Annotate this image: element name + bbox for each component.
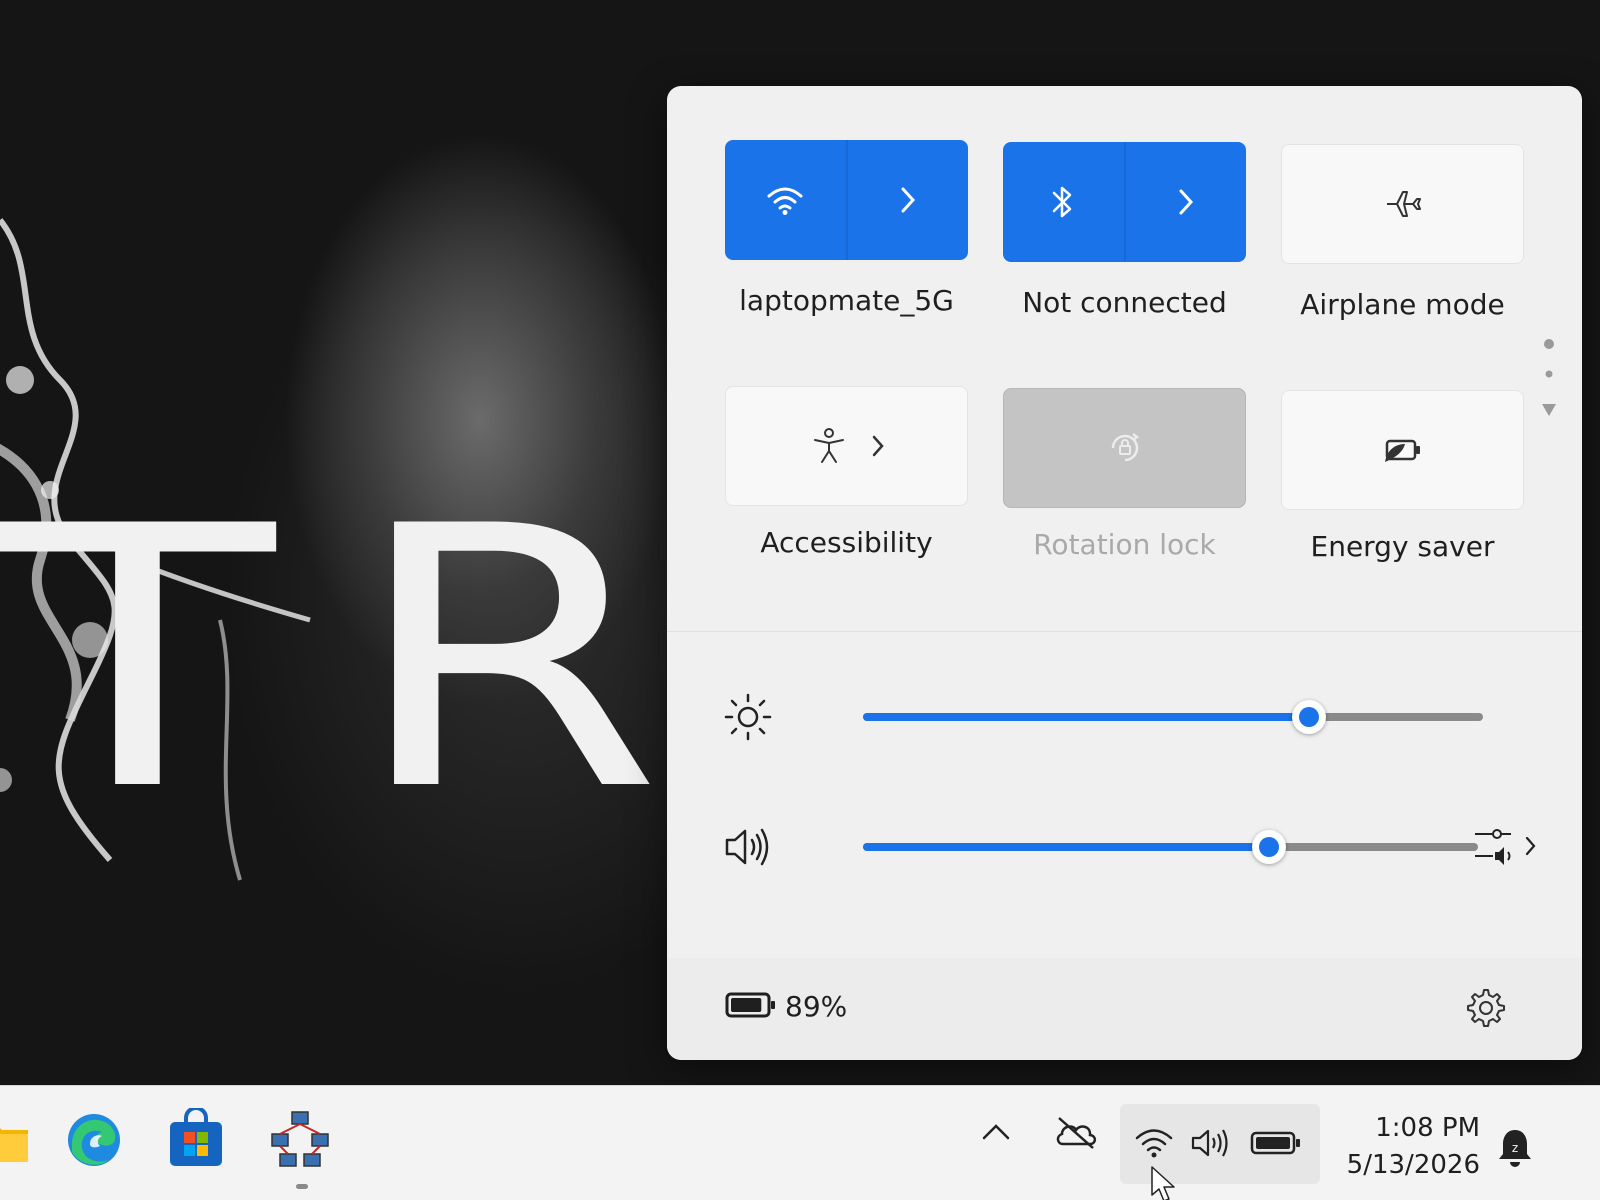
rotation-lock-icon	[1111, 433, 1139, 462]
battery-percentage[interactable]: 89%	[785, 990, 847, 1023]
notifications-bell-icon[interactable]: z	[1495, 1126, 1535, 1168]
network-app-icon[interactable]	[268, 1108, 332, 1172]
rotation-lock-tile[interactable]	[1003, 388, 1246, 508]
battery-icon[interactable]	[725, 991, 777, 1019]
accessibility-tile[interactable]	[725, 386, 968, 506]
speaker-icon	[1191, 1129, 1228, 1157]
onedrive-offline-icon[interactable]	[1053, 1114, 1099, 1150]
energy-saver-label: Energy saver	[1310, 530, 1495, 563]
wifi-toggle[interactable]	[725, 140, 848, 260]
wifi-networks-button[interactable]	[848, 140, 969, 260]
bluetooth-tile[interactable]	[1003, 142, 1246, 262]
svg-text:z: z	[1512, 1141, 1518, 1155]
store-icon[interactable]	[164, 1108, 228, 1172]
volume-slider[interactable]	[863, 830, 1478, 864]
bluetooth-icon	[1053, 186, 1072, 218]
running-app-indicator	[296, 1184, 308, 1189]
rotation-lock-label: Rotation lock	[1033, 528, 1216, 561]
volume-row	[723, 816, 1536, 876]
airplane-mode-label: Airplane mode	[1300, 288, 1505, 321]
file-explorer-icon[interactable]	[0, 1108, 34, 1172]
quick-settings-panel: laptopmate_5G Not connected Airplane mod…	[667, 86, 1582, 1060]
brightness-slider-fill	[863, 713, 1309, 721]
show-hidden-icons-chevron[interactable]	[980, 1120, 1012, 1144]
wifi-label: laptopmate_5G	[739, 284, 954, 317]
bluetooth-toggle[interactable]	[1003, 142, 1126, 262]
brightness-slider[interactable]	[863, 700, 1483, 734]
settings-gear-icon[interactable]	[1462, 986, 1506, 1030]
audio-output-selector-icon[interactable]	[1471, 816, 1541, 876]
brightness-row	[723, 686, 1523, 746]
clock-time: 1:08 PM	[1375, 1113, 1480, 1143]
chevron-right-icon	[872, 435, 884, 457]
brightness-slider-thumb[interactable]	[1292, 700, 1326, 734]
section-divider	[667, 631, 1582, 632]
chevron-right-icon	[1179, 189, 1193, 215]
taskbar-clock[interactable]: 1:08 PM 5/13/2026	[1330, 1110, 1480, 1184]
chevron-right-icon	[901, 187, 915, 213]
energy-saver-tile[interactable]	[1281, 390, 1524, 510]
battery-icon	[1250, 1131, 1300, 1155]
bluetooth-label: Not connected	[1022, 286, 1227, 319]
speaker-icon	[725, 828, 769, 866]
energy-saver-icon	[1384, 439, 1420, 462]
quick-settings-footer: 89%	[667, 958, 1582, 1060]
airplane-mode-tile[interactable]	[1281, 144, 1524, 264]
wifi-icon	[767, 187, 803, 215]
airplane-icon	[1386, 191, 1421, 217]
page-indicator[interactable]	[1539, 336, 1559, 436]
clock-date: 5/13/2026	[1346, 1150, 1480, 1180]
brightness-icon	[724, 693, 772, 741]
taskbar: 1:08 PM 5/13/2026 z	[0, 1085, 1600, 1200]
edge-icon[interactable]	[62, 1108, 126, 1172]
volume-slider-thumb[interactable]	[1252, 830, 1286, 864]
volume-slider-fill	[863, 843, 1269, 851]
wifi-icon	[1135, 1129, 1173, 1158]
wifi-tile[interactable]	[725, 140, 968, 260]
bluetooth-devices-button[interactable]	[1126, 142, 1247, 262]
wallpaper-letters: TR	[0, 450, 738, 869]
mouse-cursor-icon	[1151, 1166, 1175, 1200]
accessibility-label: Accessibility	[760, 526, 933, 559]
accessibility-icon	[813, 428, 844, 463]
